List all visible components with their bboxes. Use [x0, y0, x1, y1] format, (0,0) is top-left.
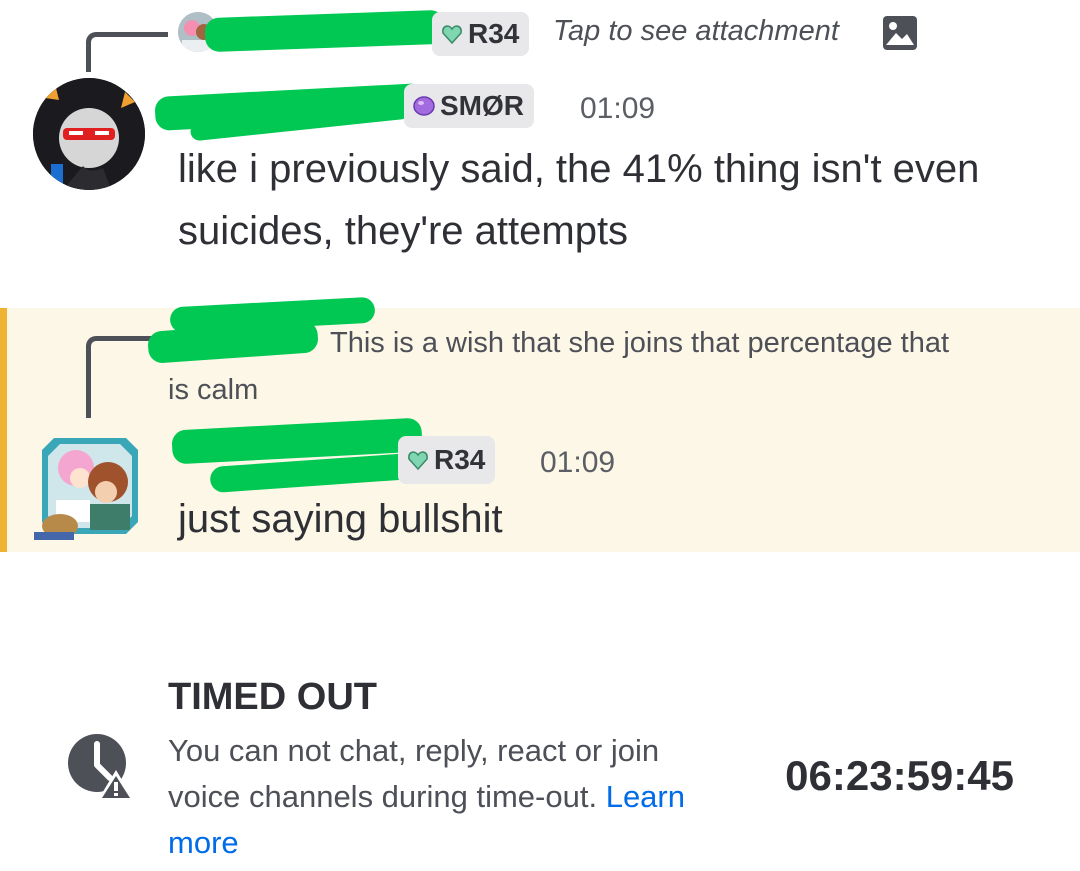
role-tag: SMØR: [404, 84, 534, 128]
gem-icon: [413, 96, 435, 116]
redacted-username: [204, 9, 446, 53]
clock-warning-icon: [66, 732, 136, 802]
role-tag: R34: [432, 12, 530, 56]
message-text-line: like i previously said, the 41% thing is…: [178, 147, 980, 191]
message-timestamp: 01:09: [580, 92, 656, 125]
role-tag-label: SMØR: [440, 90, 524, 121]
mention-highlight-bar: [0, 308, 7, 552]
heart-gem-icon: [442, 25, 462, 45]
role-tag: R34: [398, 436, 496, 484]
heart-gem-icon: [408, 451, 428, 471]
role-tag-label: R34: [434, 444, 486, 475]
reply-preview-line: This is a wish that she joins that perce…: [330, 327, 950, 359]
message-timestamp: 01:09: [540, 446, 616, 479]
timeout-description-text: You can not chat, reply, react or join v…: [168, 733, 660, 814]
message-text-line: suicides, they're attempts: [178, 209, 629, 253]
reply-preview-text[interactable]: This is a wish that she joins that perce…: [168, 320, 1048, 414]
timeout-countdown: 06:23:59:45: [785, 752, 1014, 799]
message-text[interactable]: just saying bullshit: [178, 488, 503, 550]
user-avatar[interactable]: [34, 430, 146, 542]
reply-connector: [86, 32, 168, 72]
image-icon[interactable]: [882, 15, 918, 51]
reply-preview-line: is calm: [168, 374, 259, 406]
timeout-title: TIMED OUT: [168, 676, 377, 718]
reply-attachment-text[interactable]: Tap to see attachment: [553, 15, 839, 48]
message-text[interactable]: like i previously said, the 41% thing is…: [178, 138, 979, 262]
timeout-description: You can not chat, reply, react or join v…: [168, 728, 728, 866]
user-avatar[interactable]: [33, 78, 145, 190]
role-tag-label: R34: [468, 18, 520, 49]
